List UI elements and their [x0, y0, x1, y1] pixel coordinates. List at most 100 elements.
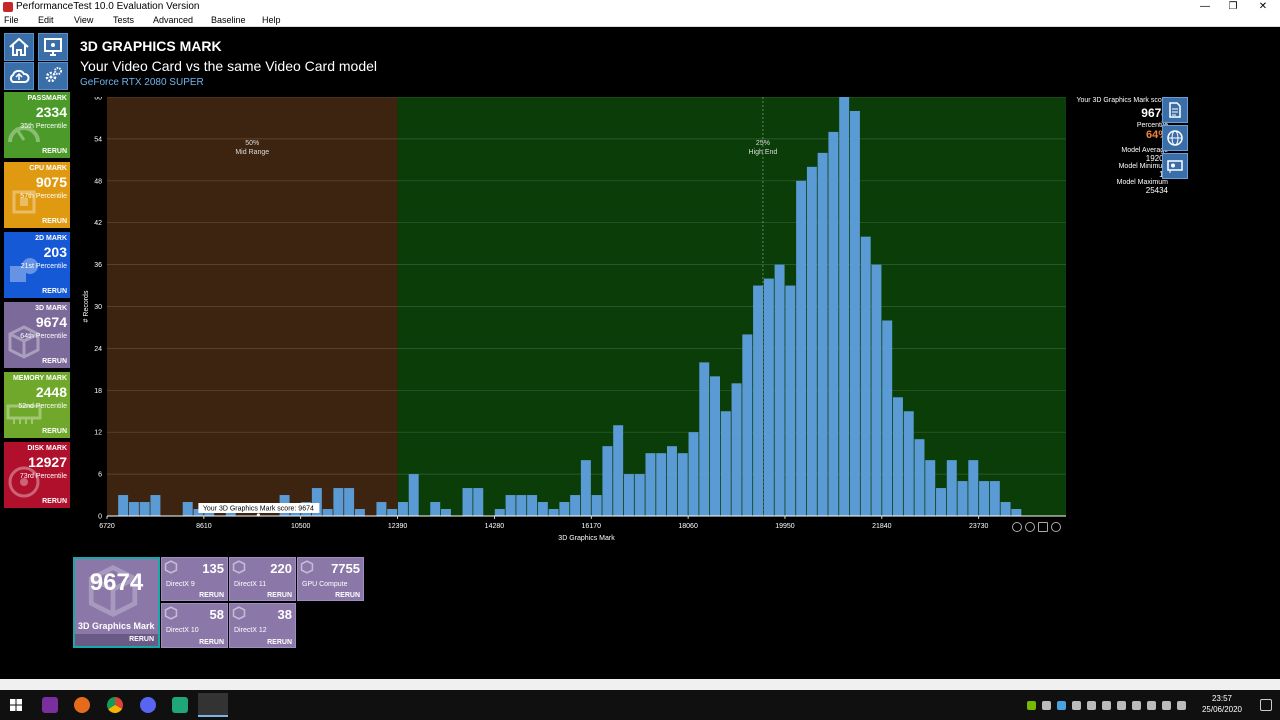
- network-icon[interactable]: [1162, 701, 1171, 710]
- system-clock[interactable]: 23:57 25/06/2020: [1202, 693, 1242, 715]
- onenote-icon[interactable]: [42, 697, 58, 713]
- histogram-bar: [882, 320, 893, 516]
- notifications-icon[interactable]: [1260, 699, 1272, 711]
- tray-icon[interactable]: [1087, 701, 1096, 710]
- gears-icon: [45, 67, 62, 83]
- histogram-bar: [354, 509, 365, 516]
- zoom-reset-icon[interactable]: [1051, 522, 1061, 532]
- rerun-button[interactable]: RERUN: [42, 498, 67, 505]
- histogram-bar: [763, 278, 774, 516]
- histogram-bar: [139, 502, 150, 516]
- x-tick-label: 18060: [678, 523, 698, 530]
- menu-baseline[interactable]: Baseline: [211, 14, 246, 27]
- menu-file[interactable]: File: [4, 14, 19, 27]
- tray-icon[interactable]: [1042, 701, 1051, 710]
- tile-value: 2334: [35, 104, 67, 120]
- tile-value: 2448: [35, 384, 67, 400]
- subtile-directx-11[interactable]: 220 DirectX 11 RERUN: [229, 557, 296, 601]
- tray-icon[interactable]: [1147, 701, 1156, 710]
- rerun-button[interactable]: RERUN: [75, 634, 158, 646]
- tray-icon[interactable]: [1102, 701, 1111, 710]
- nvidia-tray-icon[interactable]: [1027, 701, 1036, 710]
- tile-disk-mark[interactable]: DISK MARK 12927 73rd Percentile RERUN: [4, 442, 70, 508]
- tile-3d-mark[interactable]: 3D MARK 9674 64th Percentile RERUN: [4, 302, 70, 368]
- menu-edit[interactable]: Edit: [38, 14, 54, 27]
- close-icon[interactable]: ✕: [1248, 0, 1278, 14]
- upload-button[interactable]: [4, 62, 34, 90]
- menu-tests[interactable]: Tests: [113, 14, 134, 27]
- system-info-button[interactable]: [38, 33, 68, 61]
- tray-icon[interactable]: [1117, 701, 1126, 710]
- rerun-button[interactable]: RERUN: [335, 592, 360, 599]
- histogram-bar: [430, 502, 441, 516]
- region-percent-label: 25%: [756, 140, 770, 147]
- gamepad-app-icon[interactable]: [172, 697, 188, 713]
- home-button[interactable]: [4, 33, 34, 61]
- tile-percentile: 64th Percentile: [20, 333, 67, 340]
- histogram-bar: [828, 131, 839, 516]
- histogram-bar: [441, 509, 451, 516]
- performancetest-taskbar-icon[interactable]: [198, 693, 228, 717]
- video-card-button[interactable]: [1162, 153, 1188, 179]
- y-tick-label: 36: [94, 262, 102, 269]
- subtile-name: 3D Graphics Mark: [78, 621, 155, 631]
- histogram-bar: [989, 481, 1000, 516]
- maximize-icon[interactable]: ❐: [1218, 0, 1248, 14]
- histogram-bar: [570, 495, 581, 516]
- rerun-button[interactable]: RERUN: [199, 639, 224, 646]
- subtile-value: 135: [202, 561, 224, 576]
- zoom-out-icon[interactable]: [1012, 522, 1022, 532]
- subtile-3d-graphics-mark[interactable]: 9674 3D Graphics Mark RERUN: [73, 557, 160, 648]
- rerun-button[interactable]: RERUN: [199, 592, 224, 599]
- export-report-button[interactable]: [1162, 97, 1188, 123]
- zoom-fit-icon[interactable]: [1038, 522, 1048, 532]
- histogram-bar: [849, 110, 860, 516]
- subtile-value: 220: [270, 561, 292, 576]
- tile-name: MEMORY MARK: [12, 375, 67, 382]
- x-tick-label: 19950: [775, 523, 795, 530]
- tile-2d-mark[interactable]: 2D MARK 203 21st Percentile RERUN: [4, 232, 70, 298]
- tile-passmark[interactable]: PASSMARK 2334 35th Percentile RERUN: [4, 92, 70, 158]
- menu-advanced[interactable]: Advanced: [153, 14, 193, 27]
- subtile-gpu-compute[interactable]: 7755 GPU Compute RERUN: [297, 557, 364, 601]
- subtile-directx-10[interactable]: 58 DirectX 10 RERUN: [161, 603, 228, 648]
- tile-name: PASSMARK: [27, 95, 67, 102]
- tile-value: 203: [43, 244, 67, 260]
- discord-icon[interactable]: [140, 697, 156, 713]
- cube-3d-icon: [232, 606, 246, 620]
- tile-memory-mark[interactable]: MEMORY MARK 2448 52nd Percentile RERUN: [4, 372, 70, 438]
- subtile-directx-9[interactable]: 135 DirectX 9 RERUN: [161, 557, 228, 601]
- rerun-button[interactable]: RERUN: [42, 288, 67, 295]
- tile-cpu-mark[interactable]: CPU MARK 9075 57th Percentile RERUN: [4, 162, 70, 228]
- menu-help[interactable]: Help: [262, 14, 281, 27]
- zoom-in-icon[interactable]: [1025, 522, 1035, 532]
- chrome-icon[interactable]: [107, 697, 123, 713]
- globe-icon: [1167, 130, 1183, 146]
- menu-view[interactable]: View: [74, 14, 93, 27]
- cube-3d-icon: [300, 560, 314, 574]
- rerun-button[interactable]: RERUN: [42, 358, 67, 365]
- histogram-bar: [785, 285, 796, 516]
- histogram-bar: [968, 460, 979, 516]
- histogram-bar: [322, 509, 333, 516]
- windows-start-icon[interactable]: [10, 699, 22, 711]
- clock-date: 25/06/2020: [1201, 705, 1242, 714]
- rerun-button[interactable]: RERUN: [42, 218, 67, 225]
- online-compare-button[interactable]: [1162, 125, 1188, 151]
- volume-icon[interactable]: [1177, 701, 1186, 710]
- graphics-card-icon: [1167, 160, 1183, 173]
- rerun-button[interactable]: RERUN: [42, 148, 67, 155]
- firefox-icon[interactable]: [74, 697, 90, 713]
- settings-button[interactable]: [38, 62, 68, 90]
- minimize-icon[interactable]: —: [1190, 0, 1220, 14]
- histogram-bar: [462, 488, 473, 516]
- tray-icon[interactable]: [1057, 701, 1066, 710]
- rerun-button[interactable]: RERUN: [42, 428, 67, 435]
- y-axis-label: # Records: [83, 290, 90, 322]
- histogram-bar: [796, 180, 807, 517]
- tray-icon[interactable]: [1072, 701, 1081, 710]
- rerun-button[interactable]: RERUN: [267, 592, 292, 599]
- tray-icon[interactable]: [1132, 701, 1141, 710]
- subtile-directx-12[interactable]: 38 DirectX 12 RERUN: [229, 603, 296, 648]
- rerun-button[interactable]: RERUN: [267, 639, 292, 646]
